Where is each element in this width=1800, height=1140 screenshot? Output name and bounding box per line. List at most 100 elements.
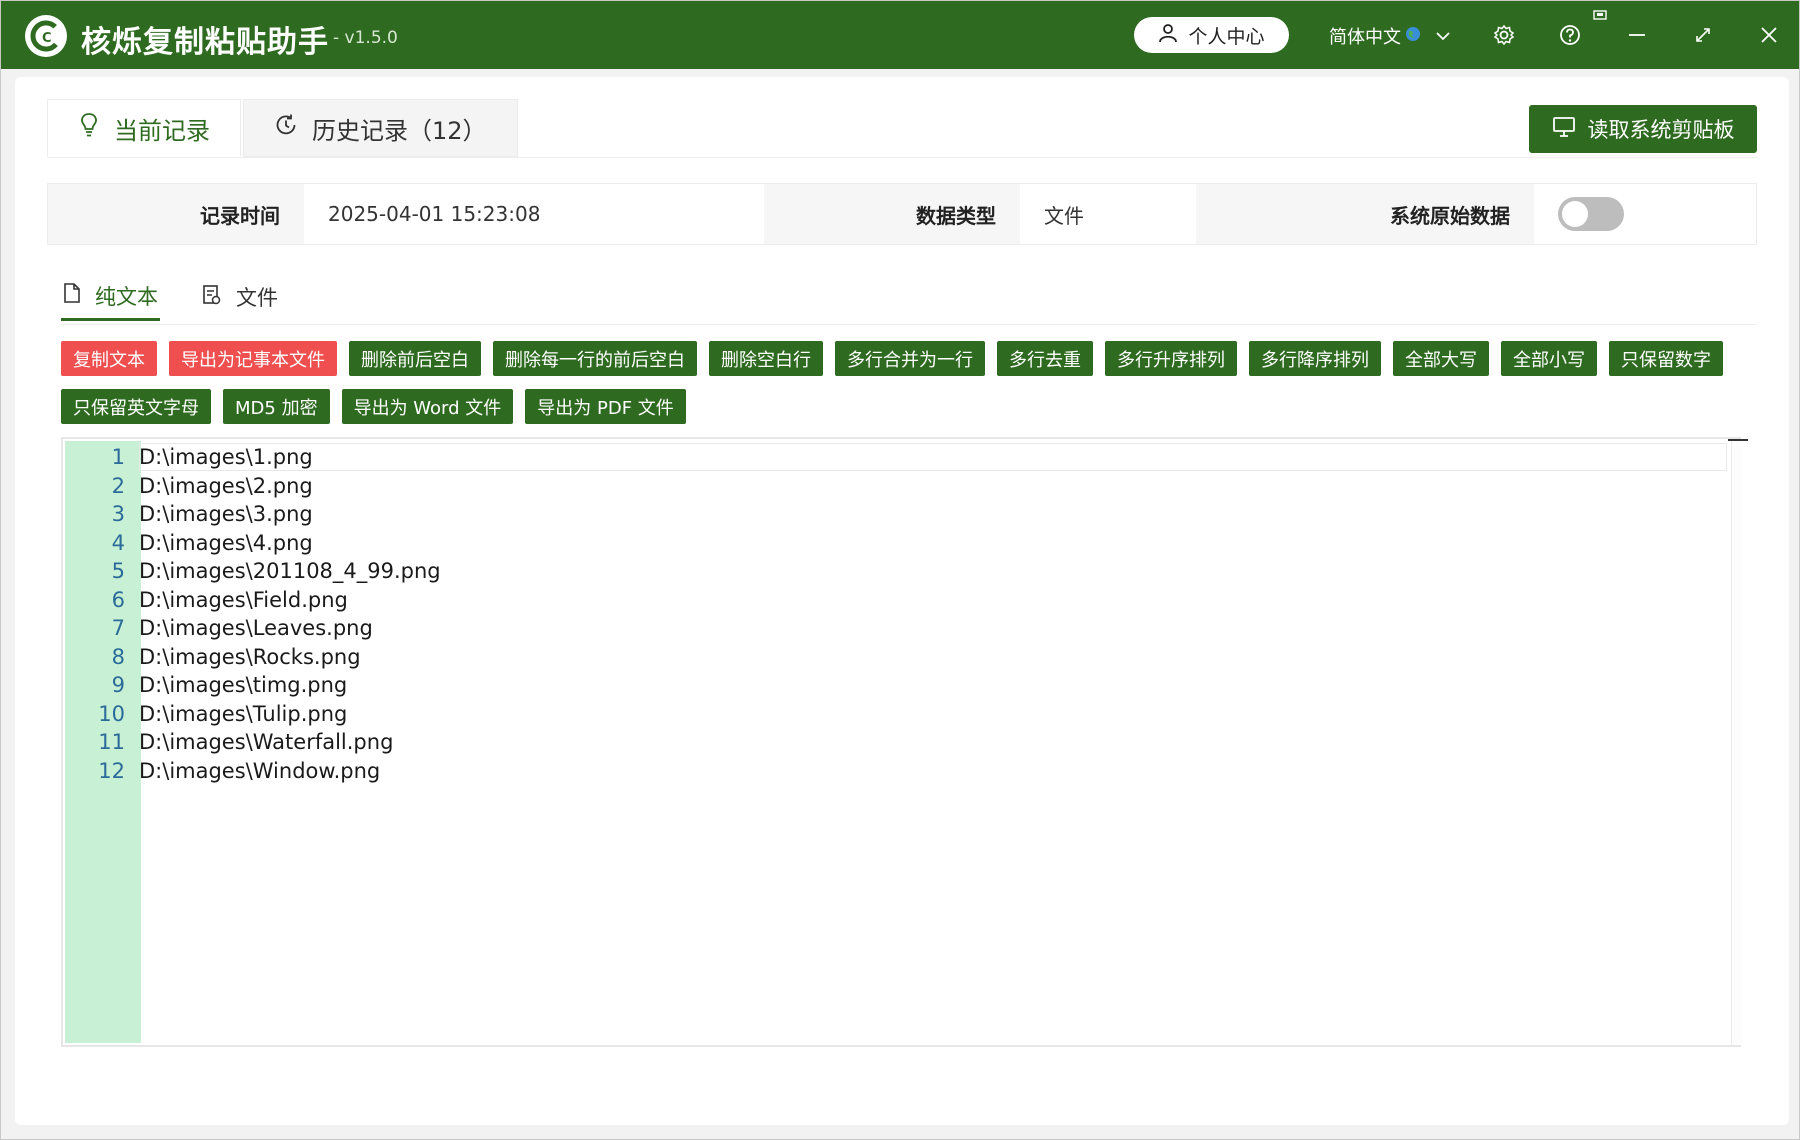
line-text: D:\images\timg.png (139, 673, 348, 698)
read-clipboard-button[interactable]: 读取系统剪贴板 (1529, 105, 1757, 153)
tab-divider (47, 157, 1757, 158)
history-icon (274, 113, 298, 143)
file-icon (202, 284, 222, 311)
copy-text-button[interactable]: 复制文本 (61, 341, 157, 376)
uppercase-button[interactable]: 全部大写 (1393, 341, 1489, 376)
vertical-scrollbar[interactable] (1728, 439, 1748, 1045)
keep-digits-button[interactable]: 只保留数字 (1609, 341, 1723, 376)
editor-line[interactable]: 8 D:\images\Rocks.png (63, 643, 1623, 672)
maximize-icon[interactable] (1689, 21, 1717, 49)
line-number: 6 (111, 587, 125, 612)
scroll-mark (1728, 439, 1748, 441)
line-text: D:\images\Window.png (139, 758, 381, 783)
chevron-down-icon (1435, 26, 1451, 47)
app-window: C 核烁复制粘贴助手 - v1.5.0 个人中心 简体中文 当前记录 历史记录（… (0, 0, 1800, 1140)
record-time-label: 记录时间 (48, 184, 304, 244)
line-number: 5 (111, 559, 125, 584)
minimize-icon[interactable] (1623, 21, 1651, 49)
line-number: 10 (98, 701, 125, 726)
export-txt-button[interactable]: 导出为记事本文件 (169, 341, 337, 376)
lowercase-button[interactable]: 全部小写 (1501, 341, 1597, 376)
md5-button[interactable]: MD5 加密 (223, 389, 330, 424)
editor-line[interactable]: 4 D:\images\4.png (63, 529, 1623, 558)
line-text: D:\images\3.png (139, 502, 313, 527)
user-icon (1158, 23, 1178, 48)
raw-data-toggle[interactable] (1558, 197, 1624, 231)
dedupe-lines-button[interactable]: 多行去重 (997, 341, 1093, 376)
editor-line[interactable]: 12 D:\images\Window.png (63, 757, 1623, 786)
title-bar: C 核烁复制粘贴助手 - v1.5.0 个人中心 简体中文 (1, 1, 1799, 69)
user-center-button[interactable]: 个人中心 (1134, 17, 1289, 53)
line-text: D:\images\Waterfall.png (139, 730, 394, 755)
editor-line[interactable]: 3 D:\images\3.png (63, 500, 1623, 529)
subtab-file[interactable]: 文件 (200, 273, 280, 321)
trim-button[interactable]: 删除前后空白 (349, 341, 481, 376)
document-icon (63, 282, 81, 309)
tab-current-record-label: 当前记录 (114, 116, 210, 145)
raw-data-toggle-cell (1534, 184, 1756, 244)
language-label: 简体中文 (1329, 27, 1401, 48)
line-text: D:\images\201108_4_99.png (139, 559, 441, 584)
text-editor[interactable]: 1 D:\images\1.png 2 D:\images\2.png 3 D:\imag… (61, 437, 1748, 1047)
pin-icon[interactable] (1591, 9, 1609, 23)
editor-line[interactable]: 2 D:\images\2.png (63, 472, 1623, 501)
close-icon[interactable] (1755, 21, 1783, 49)
settings-icon[interactable] (1490, 21, 1518, 49)
app-title: 核烁复制粘贴助手 (81, 25, 329, 60)
sort-asc-button[interactable]: 多行升序排列 (1105, 341, 1237, 376)
current-line-highlight (139, 443, 1727, 471)
remove-empty-lines-button[interactable]: 删除空白行 (709, 341, 823, 376)
read-clipboard-label: 读取系统剪贴板 (1587, 118, 1735, 142)
line-number: 3 (111, 502, 125, 527)
line-text: D:\images\1.png (139, 445, 313, 470)
subtab-file-label: 文件 (236, 286, 278, 310)
tab-current-record[interactable]: 当前记录 (47, 99, 241, 157)
line-number: 12 (98, 758, 125, 783)
editor-line[interactable]: 7 D:\images\Leaves.png (63, 614, 1623, 643)
line-number: 4 (111, 530, 125, 555)
data-type-value: 文件 (1020, 184, 1196, 244)
tab-history-record-label: 历史记录（12） (312, 116, 487, 145)
line-number: 1 (111, 445, 125, 470)
subtab-divider (61, 324, 1757, 325)
line-text: D:\images\Field.png (139, 587, 348, 612)
editor-line[interactable]: 11 D:\images\Waterfall.png (63, 728, 1623, 757)
line-number: 7 (111, 616, 125, 641)
language-selector[interactable]: 简体中文 (1329, 23, 1451, 49)
help-icon[interactable] (1556, 21, 1584, 49)
editor-line[interactable]: 10 D:\images\Tulip.png (63, 700, 1623, 729)
keep-letters-button[interactable]: 只保留英文字母 (61, 389, 211, 424)
text-tools-toolbar: 复制文本 导出为记事本文件 删除前后空白 删除每一行的前后空白 删除空白行 多行… (61, 341, 1751, 424)
editor-line[interactable]: 9 D:\images\timg.png (63, 671, 1623, 700)
record-info-row: 记录时间 2025-04-01 15:23:08 数据类型 文件 系统原始数据 (47, 183, 1757, 245)
line-number: 8 (111, 644, 125, 669)
line-number: 9 (111, 673, 125, 698)
line-text: D:\images\Leaves.png (139, 616, 373, 641)
tab-history-record[interactable]: 历史记录（12） (243, 99, 518, 157)
user-center-label: 个人中心 (1188, 25, 1265, 48)
data-type-label: 数据类型 (764, 184, 1020, 244)
export-word-button[interactable]: 导出为 Word 文件 (341, 389, 514, 424)
editor-line[interactable]: 6 D:\images\Field.png (63, 586, 1623, 615)
sort-desc-button[interactable]: 多行降序排列 (1249, 341, 1381, 376)
editor-line[interactable]: 1 D:\images\1.png (63, 443, 1727, 472)
line-text: D:\images\Rocks.png (139, 644, 361, 669)
export-pdf-button[interactable]: 导出为 PDF 文件 (525, 389, 686, 424)
app-version: - v1.5.0 (333, 28, 398, 48)
bulb-icon (78, 112, 100, 144)
toggle-knob (1562, 201, 1588, 227)
subtab-plain-text[interactable]: 纯文本 (61, 273, 160, 321)
line-text: D:\images\4.png (139, 530, 313, 555)
content-subtabs: 纯文本 文件 (61, 273, 280, 321)
svg-text:C: C (42, 31, 52, 46)
line-number: 11 (98, 730, 125, 755)
line-text: D:\images\2.png (139, 473, 313, 498)
trim-lines-button[interactable]: 删除每一行的前后空白 (493, 341, 697, 376)
line-number: 2 (111, 473, 125, 498)
subtab-plain-text-label: 纯文本 (95, 284, 158, 309)
editor-line[interactable]: 5 D:\images\201108_4_99.png (63, 557, 1623, 586)
monitor-icon (1552, 116, 1576, 143)
main-panel: 当前记录 历史记录（12） 读取系统剪贴板 记录时间 2025-04-01 15… (15, 77, 1789, 1125)
merge-lines-button[interactable]: 多行合并为一行 (835, 341, 985, 376)
raw-data-label: 系统原始数据 (1196, 184, 1534, 244)
